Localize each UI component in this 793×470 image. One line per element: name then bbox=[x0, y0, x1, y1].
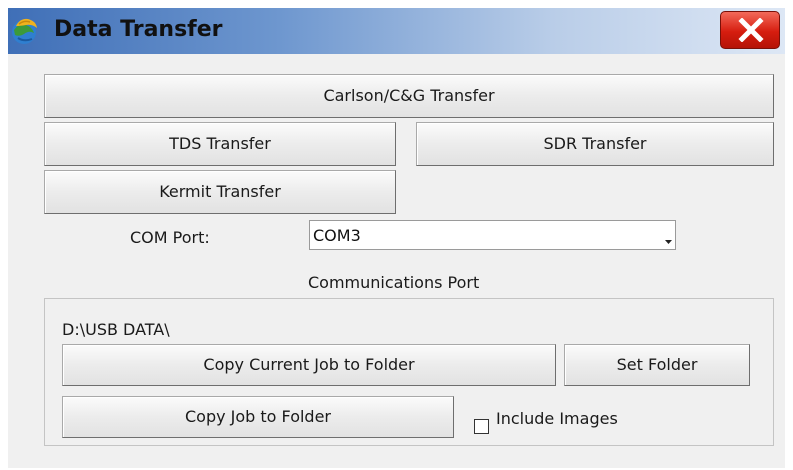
globe-icon bbox=[10, 16, 40, 46]
com-port-value: COM3 bbox=[313, 226, 361, 245]
window-title: Data Transfer bbox=[54, 17, 223, 42]
kermit-transfer-button[interactable]: Kermit Transfer bbox=[44, 170, 396, 214]
data-transfer-window: Data Transfer Carlson/C&G Transfer TDS T… bbox=[8, 8, 785, 468]
copy-job-button[interactable]: Copy Job to Folder bbox=[62, 396, 454, 438]
dropdown-arrow-icon bbox=[664, 231, 673, 250]
com-port-select[interactable]: COM3 bbox=[309, 220, 676, 250]
com-port-label: COM Port: bbox=[130, 228, 210, 247]
close-button[interactable] bbox=[720, 11, 780, 49]
folder-path: D:\USB DATA\ bbox=[62, 320, 170, 339]
include-images-checkbox[interactable] bbox=[474, 419, 489, 434]
title-bar[interactable]: Data Transfer bbox=[8, 8, 785, 54]
copy-current-job-button[interactable]: Copy Current Job to Folder bbox=[62, 344, 556, 386]
tds-transfer-button[interactable]: TDS Transfer bbox=[44, 122, 396, 166]
include-images-label[interactable]: Include Images bbox=[496, 409, 618, 428]
set-folder-button[interactable]: Set Folder bbox=[564, 344, 750, 386]
carlson-transfer-button[interactable]: Carlson/C&G Transfer bbox=[44, 74, 774, 118]
close-icon bbox=[738, 18, 764, 42]
communications-port-caption: Communications Port bbox=[308, 273, 480, 292]
sdr-transfer-button[interactable]: SDR Transfer bbox=[416, 122, 774, 166]
